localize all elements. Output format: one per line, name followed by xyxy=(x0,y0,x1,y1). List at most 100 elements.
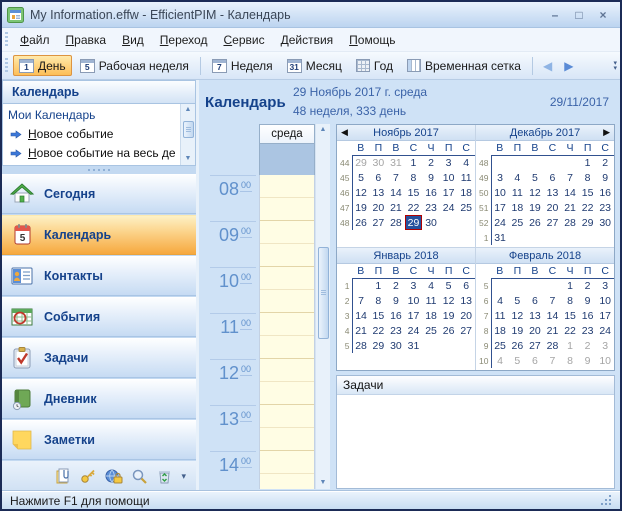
mini-day-cell[interactable]: 11 xyxy=(457,170,475,185)
sidebar-item-contacts[interactable]: Контакты xyxy=(2,256,196,296)
mini-day-cell[interactable]: 13 xyxy=(544,185,562,200)
mini-day-cell[interactable]: 25 xyxy=(422,323,440,338)
mini-day-cell[interactable]: 9 xyxy=(579,293,597,308)
sidebar-item-tasks[interactable]: Задачи xyxy=(2,338,196,378)
time-slot[interactable] xyxy=(260,428,314,451)
resize-grip[interactable] xyxy=(600,495,612,506)
mini-day-cell[interactable]: 10 xyxy=(596,353,614,368)
mini-day-cell[interactable]: 20 xyxy=(457,308,475,323)
mini-day-cell[interactable]: 6 xyxy=(370,170,388,185)
mini-day-cell[interactable]: 14 xyxy=(561,185,579,200)
mini-day-cell[interactable]: 12 xyxy=(509,308,527,323)
mini-day-cell[interactable]: 7 xyxy=(352,293,370,308)
sidebar-item-calendar[interactable]: 5 Календарь xyxy=(2,215,196,255)
calendar-list-scrollbar[interactable]: ▲ ▼ xyxy=(180,104,195,165)
mini-day-cell[interactable]: 10 xyxy=(405,293,423,308)
mini-day-cell[interactable]: 24 xyxy=(596,323,614,338)
day-view-button[interactable]: 1 День xyxy=(13,55,72,76)
mini-day-cell[interactable]: 7 xyxy=(544,353,562,368)
time-slot[interactable] xyxy=(260,359,314,382)
mini-day-cell[interactable]: 3 xyxy=(596,338,614,353)
mini-day-cell[interactable]: 9 xyxy=(387,293,405,308)
mini-day-cell[interactable]: 31 xyxy=(387,155,405,170)
mini-day-cell[interactable]: 15 xyxy=(405,185,423,200)
mini-day-cell[interactable]: 16 xyxy=(387,308,405,323)
mini-day-cell[interactable]: 30 xyxy=(387,338,405,353)
scroll-thumb[interactable] xyxy=(183,121,194,138)
menu-go[interactable]: Переход xyxy=(152,30,216,50)
mini-day-cell[interactable]: 26 xyxy=(526,215,544,230)
new-all-day-event-link[interactable]: Новое событие на весь де xyxy=(8,144,180,163)
sidebar-splitter[interactable] xyxy=(2,166,196,174)
mini-day-cell[interactable]: 9 xyxy=(579,353,597,368)
mini-day-cell[interactable]: 28 xyxy=(544,338,562,353)
mini-day-cell[interactable]: 20 xyxy=(370,200,388,215)
mini-day-cell[interactable]: 13 xyxy=(526,308,544,323)
mini-day-cell[interactable]: 21 xyxy=(544,323,562,338)
mini-day-cell[interactable]: 25 xyxy=(457,200,475,215)
all-day-area[interactable] xyxy=(259,144,315,175)
mini-day-cell[interactable]: 30 xyxy=(422,215,440,230)
mini-day-cell[interactable]: 6 xyxy=(526,353,544,368)
time-slot[interactable] xyxy=(260,175,314,198)
mini-day-cell[interactable]: 27 xyxy=(544,215,562,230)
mini-day-cell[interactable]: 17 xyxy=(440,185,458,200)
next-month-icon[interactable]: ▶ xyxy=(599,127,610,138)
mini-day-cell[interactable]: 11 xyxy=(509,185,527,200)
mini-day-cell[interactable]: 10 xyxy=(440,170,458,185)
mini-day-cell[interactable]: 27 xyxy=(457,323,475,338)
time-slot[interactable] xyxy=(260,382,314,405)
mini-day-cell[interactable]: 3 xyxy=(440,155,458,170)
time-slot[interactable] xyxy=(260,198,314,221)
toolbar-options-icon[interactable]: ▾▾ xyxy=(613,61,617,71)
mini-day-cell[interactable]: 12 xyxy=(526,185,544,200)
navigate-forward-button[interactable]: ▶ xyxy=(558,59,579,73)
mini-day-cell[interactable]: 5 xyxy=(526,170,544,185)
mini-day-cell[interactable]: 25 xyxy=(491,338,509,353)
mini-day-cell[interactable]: 23 xyxy=(387,323,405,338)
mini-day-cell[interactable]: 21 xyxy=(352,323,370,338)
mini-day-cell[interactable]: 2 xyxy=(387,278,405,293)
time-slot[interactable] xyxy=(260,405,314,428)
time-slot[interactable] xyxy=(260,290,314,313)
mini-day-cell[interactable]: 4 xyxy=(491,293,509,308)
sidebar-item-events[interactable]: События xyxy=(2,297,196,337)
mini-day-cell[interactable]: 2 xyxy=(579,278,597,293)
mini-day-cell[interactable]: 1 xyxy=(579,155,597,170)
mini-day-cell[interactable]: 12 xyxy=(440,293,458,308)
mini-day-cell[interactable]: 8 xyxy=(561,353,579,368)
mini-day-cell[interactable]: 24 xyxy=(440,200,458,215)
mini-day-cell[interactable]: 23 xyxy=(596,200,614,215)
mini-day-cell[interactable]: 6 xyxy=(544,170,562,185)
time-slot[interactable] xyxy=(260,267,314,290)
mini-day-cell[interactable]: 19 xyxy=(440,308,458,323)
mini-day-cell[interactable]: 19 xyxy=(526,200,544,215)
selected-day-cell[interactable]: 29 xyxy=(405,215,423,230)
mini-day-cell[interactable]: 22 xyxy=(370,323,388,338)
mini-day-cell[interactable]: 7 xyxy=(544,293,562,308)
mini-day-cell[interactable]: 3 xyxy=(405,278,423,293)
scroll-up-icon[interactable]: ▲ xyxy=(320,125,327,135)
work-week-view-button[interactable]: 5 Рабочая неделя xyxy=(74,55,195,76)
time-slot[interactable] xyxy=(260,474,314,489)
mini-day-cell[interactable]: 25 xyxy=(509,215,527,230)
time-slot[interactable] xyxy=(260,336,314,359)
week-view-button[interactable]: 7 Неделя xyxy=(206,55,279,76)
mini-day-cell[interactable]: 4 xyxy=(457,155,475,170)
mini-day-cell[interactable]: 29 xyxy=(370,338,388,353)
mini-day-cell[interactable]: 23 xyxy=(579,323,597,338)
sidebar-item-journal[interactable]: Дневник xyxy=(2,379,196,419)
mini-day-cell[interactable]: 13 xyxy=(457,293,475,308)
mini-day-cell[interactable]: 8 xyxy=(370,293,388,308)
mini-day-cell[interactable]: 24 xyxy=(405,323,423,338)
mini-day-cell[interactable]: 8 xyxy=(579,170,597,185)
sidebar-item-today[interactable]: Сегодня xyxy=(2,174,196,214)
mini-day-cell[interactable]: 19 xyxy=(352,200,370,215)
mini-day-cell[interactable]: 24 xyxy=(491,215,509,230)
mini-day-cell[interactable]: 8 xyxy=(561,293,579,308)
mini-day-cell[interactable]: 14 xyxy=(544,308,562,323)
mini-day-cell[interactable]: 26 xyxy=(509,338,527,353)
mini-day-cell[interactable]: 27 xyxy=(526,338,544,353)
mini-day-cell[interactable]: 11 xyxy=(422,293,440,308)
mini-day-cell[interactable]: 1 xyxy=(561,338,579,353)
